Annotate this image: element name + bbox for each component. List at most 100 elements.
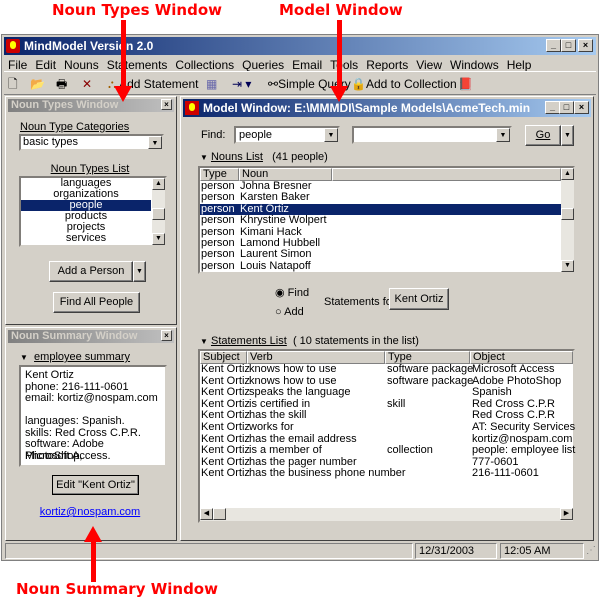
chevron-down-icon[interactable]: ▼: [324, 128, 338, 142]
scroll-left-icon[interactable]: ◀: [200, 508, 213, 520]
menu-item-tools[interactable]: Tools: [330, 58, 358, 72]
noun-types-title: Noun Types Window: [8, 99, 174, 112]
cell-type: person: [201, 259, 235, 272]
menu-item-email[interactable]: Email: [292, 58, 322, 72]
hscroll-thumb[interactable]: [213, 508, 226, 520]
scroll-down-icon[interactable]: ▼: [561, 260, 574, 272]
cell-subject: Kent Ortiz: [201, 467, 250, 480]
cell-noun: Khrystine Wolpert: [240, 214, 327, 227]
cell-type: skill: [387, 397, 406, 410]
scroll-right-icon[interactable]: ▶: [560, 508, 573, 520]
cell-object: AT: Security Services: [472, 421, 576, 433]
noun-types-list-label: Noun Types List: [50, 163, 130, 175]
radio-find-label: Find: [287, 287, 310, 299]
grid-icon[interactable]: ▦: [206, 75, 217, 93]
radio-add[interactable]: ○ Add: [275, 306, 304, 318]
noun-summary-window: Noun Summary Window × ▼ employee summary…: [5, 327, 177, 541]
noun-summary-title: Noun Summary Window: [8, 330, 174, 343]
scroll-thumb[interactable]: [561, 208, 574, 220]
maximize-button[interactable]: □: [561, 39, 576, 52]
resize-grip-icon[interactable]: ⋰: [586, 545, 596, 556]
menu-item-reports[interactable]: Reports: [366, 58, 408, 72]
menu-item-collections[interactable]: Collections: [175, 58, 234, 72]
menu-item-help[interactable]: Help: [507, 58, 532, 72]
statements-for-button[interactable]: Kent Ortiz: [389, 288, 449, 310]
statements-for-label: Statements for: [324, 296, 396, 308]
noun-types-close-button[interactable]: ×: [161, 99, 172, 110]
minimize-button[interactable]: _: [546, 39, 561, 52]
statements-list-toggle[interactable]: ▼ Statements List ( 10 statements in the…: [200, 335, 419, 347]
table-row[interactable]: Kent Ortiz works for AT: Security Services: [200, 421, 576, 434]
noun-summary-close-button[interactable]: ×: [161, 330, 172, 341]
add-to-collection-button[interactable]: 🔒Add to Collection ▾: [351, 75, 466, 93]
new-file-icon[interactable]: 🗋: [8, 75, 18, 93]
cell-subject: Kent Ortiz: [201, 363, 250, 375]
scroll-down-icon[interactable]: ▼: [152, 233, 165, 245]
nouns-scrollbar[interactable]: ▲ ▼: [561, 168, 574, 272]
menu-item-statements[interactable]: Statements: [107, 58, 168, 72]
go-button[interactable]: Go: [525, 125, 561, 146]
menu-item-view[interactable]: View: [416, 58, 442, 72]
statements-list[interactable]: Subject Verb Type Object Kent Ortiz knows…: [198, 349, 575, 523]
go-dropdown[interactable]: ▼: [561, 125, 574, 146]
email-link[interactable]: kortiz@nospam.com: [6, 506, 174, 518]
find-noun-dropdown[interactable]: ▼: [352, 126, 512, 144]
scroll-up-icon[interactable]: ▲: [152, 178, 165, 190]
arrowhead-up-icon: [84, 526, 102, 542]
radio-find[interactable]: ◉ Find: [275, 286, 309, 299]
model-maximize-button[interactable]: □: [559, 101, 574, 114]
menu-item-edit[interactable]: Edit: [35, 58, 56, 72]
model-window: Model Window: E:\MMMDI\Sample Models\Acm…: [180, 96, 594, 541]
nouns-list[interactable]: Type Noun person Johna Bresner person Karst…: [198, 166, 575, 274]
binoculars-icon: ⚯: [268, 77, 279, 91]
noun-types-list[interactable]: languages organizations people products proj…: [19, 176, 167, 247]
summary-line: Kent Ortiz: [25, 369, 74, 381]
table-row[interactable]: person Khrystine Wolpert: [200, 214, 561, 227]
menu-item-nouns[interactable]: Nouns: [64, 58, 99, 72]
cell-subject: Kent Ortiz: [201, 421, 250, 433]
annotation-arrow-noun-types: [121, 20, 126, 88]
summary-line: Microsoft Access.: [25, 449, 111, 462]
title-bar: MindModel Version 2.0 _ □ ×: [4, 37, 596, 55]
open-folder-icon[interactable]: 📂: [30, 75, 45, 93]
table-row[interactable]: person Louis Natapoff: [200, 259, 561, 272]
print-icon[interactable]: 🖶: [56, 75, 67, 93]
model-title: Model Window: E:\MMMDI\Sample Models\Acm…: [203, 101, 531, 115]
find-label: Find:: [201, 129, 226, 141]
chevron-down-icon[interactable]: ▼: [496, 128, 510, 142]
menu-item-file[interactable]: File: [8, 58, 27, 72]
noun-types-scrollbar[interactable]: ▲ ▼: [152, 178, 165, 245]
categories-dropdown[interactable]: basic types ▼: [19, 134, 164, 151]
help-book-icon[interactable]: 📕: [458, 75, 473, 93]
edit-noun-button[interactable]: Edit "Kent Ortiz": [52, 475, 139, 495]
import-icon[interactable]: ⇥ ▾: [232, 75, 251, 93]
nouns-count: (41 people): [272, 151, 328, 163]
statements-hscrollbar[interactable]: ◀ ▶: [200, 508, 573, 521]
scroll-up-icon[interactable]: ▲: [561, 168, 574, 180]
delete-icon[interactable]: ✕: [82, 75, 92, 93]
find-all-people-button[interactable]: Find All People: [53, 292, 140, 313]
cell-verb: has the business phone number: [249, 467, 406, 480]
chevron-down-icon[interactable]: ▼: [148, 136, 162, 149]
model-minimize-button[interactable]: _: [545, 101, 560, 114]
add-person-dropdown[interactable]: ▼: [133, 261, 146, 282]
add-person-button[interactable]: Add a Person: [49, 261, 133, 282]
model-close-button[interactable]: ×: [574, 101, 589, 114]
menu-item-windows[interactable]: Windows: [450, 58, 499, 72]
categories-value: basic types: [23, 136, 79, 148]
summary-line: software: Adobe PhotoShop,: [25, 438, 104, 462]
statements-count: ( 10 statements in the list): [292, 335, 419, 347]
cell-type: software package: [387, 363, 474, 375]
annotation-noun-types: Noun Types Window: [52, 1, 222, 19]
annotation-noun-summary: Noun Summary Window: [16, 580, 218, 598]
menu-item-queries[interactable]: Queries: [242, 58, 284, 72]
scroll-thumb[interactable]: [152, 208, 165, 220]
table-row[interactable]: Kent Ortiz knows how to use software packa…: [200, 363, 573, 376]
nouns-list-toggle[interactable]: ▼ Nouns List (41 people): [200, 151, 328, 163]
table-row[interactable]: Kent Ortiz has the business phone number 2…: [200, 468, 573, 480]
collapse-triangle-icon: ▼: [200, 153, 208, 162]
find-type-dropdown[interactable]: people ▼: [234, 126, 340, 144]
list-item[interactable]: services: [21, 233, 151, 244]
close-button[interactable]: ×: [578, 39, 593, 52]
employee-summary-toggle[interactable]: ▼ employee summary: [20, 351, 130, 363]
